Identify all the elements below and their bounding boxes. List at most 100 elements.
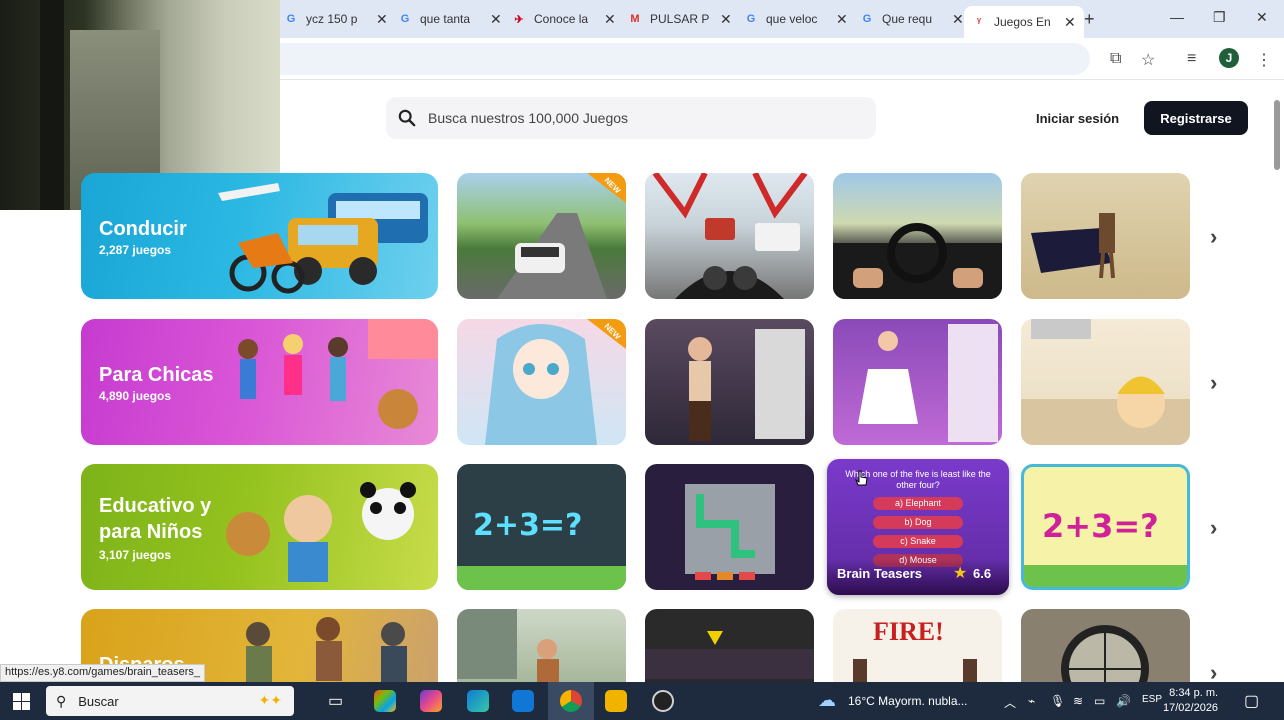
- thumb-art-anime-girl: [485, 319, 626, 445]
- game-thumb-fashion-dark[interactable]: [645, 319, 814, 445]
- thumb-art-kitchen: [1021, 319, 1190, 445]
- star-icon: ★: [953, 565, 968, 582]
- scrollbar-thumb[interactable]: [1274, 100, 1280, 170]
- plane-icon: ✈: [514, 13, 524, 26]
- close-window-icon[interactable]: ✕: [1256, 9, 1268, 26]
- microphone-icon[interactable]: 🎙: [1050, 694, 1065, 708]
- search-icon: ⚲: [56, 692, 67, 709]
- grass-strip: [1024, 565, 1187, 587]
- game-title: Brain Teasers: [837, 566, 923, 581]
- battery-icon[interactable]: ▭: [1094, 694, 1105, 708]
- install-app-icon[interactable]: ⧉: [1110, 50, 1121, 68]
- media-control-icon[interactable]: ≡: [1187, 50, 1196, 68]
- restore-icon[interactable]: ❐: [1213, 9, 1226, 26]
- game-thumb-moto-traffic[interactable]: [645, 173, 814, 299]
- close-tab-icon[interactable]: ✕: [836, 11, 848, 28]
- taskbar-search-box[interactable]: ⚲ Buscar ✦✦: [46, 686, 294, 716]
- clock-time: 8:34 p. m.: [1169, 687, 1219, 699]
- answer-option: c) Snake: [873, 535, 963, 548]
- math-question: 2+3=?: [1042, 507, 1159, 545]
- category-card-driving[interactable]: Conducir 2,287 juegos: [81, 173, 438, 299]
- tab-label: Juegos En: [994, 15, 1051, 29]
- category-card-girls[interactable]: Para Chicas 4,890 juegos: [81, 319, 438, 445]
- game-thumb-racing-road[interactable]: NEW: [457, 173, 626, 299]
- game-thumb-math-1[interactable]: 2+3=?: [457, 464, 626, 590]
- game-thumb-math-2[interactable]: 2+3=?: [1021, 464, 1190, 590]
- network-icon[interactable]: ⌁: [1028, 694, 1035, 708]
- thumb-art-fashion-dark: [688, 329, 805, 441]
- category-count: 3,107 juegos: [99, 548, 172, 562]
- tab-4[interactable]: M PULSAR P ✕: [620, 6, 740, 32]
- edge-icon[interactable]: [467, 690, 489, 712]
- category-card-educational[interactable]: Educativo y para Niños 3,107 juegos: [81, 464, 438, 590]
- game-thumb-car-figure[interactable]: [1021, 173, 1190, 299]
- minimize-icon[interactable]: —: [1170, 9, 1184, 25]
- tab-label: Conoce la: [534, 12, 589, 26]
- weather-text[interactable]: 16°C Mayorm. nubla...: [848, 694, 998, 708]
- volume-icon[interactable]: 🔊: [1116, 694, 1131, 708]
- close-tab-icon[interactable]: ✕: [604, 11, 616, 28]
- tab-5[interactable]: G que veloc ✕: [736, 6, 856, 32]
- notification-icon[interactable]: ▢: [1244, 691, 1259, 711]
- task-view-icon[interactable]: ▭: [328, 691, 350, 713]
- search-placeholder: Busca nuestros 100,000 Juegos: [428, 110, 629, 126]
- signup-button[interactable]: Registrarse: [1144, 101, 1248, 135]
- hand-cursor-icon: [855, 470, 868, 486]
- menu-kebab-icon[interactable]: ⋮: [1256, 50, 1272, 70]
- game-search-input[interactable]: Busca nuestros 100,000 Juegos: [386, 97, 876, 139]
- new-tab-icon[interactable]: +: [1084, 9, 1095, 30]
- tab-label: Que requ: [882, 12, 933, 26]
- windows-start-icon[interactable]: [13, 693, 30, 710]
- row-next-arrow-icon[interactable]: ›: [1210, 370, 1217, 396]
- language-indicator[interactable]: ESP: [1142, 694, 1162, 705]
- category-art-vehicles: [218, 183, 428, 294]
- thumb-art-maze: [685, 484, 775, 580]
- tab-1[interactable]: G ycz 150 p ✕: [276, 6, 396, 32]
- chrome-icon[interactable]: [560, 690, 582, 712]
- profile-avatar[interactable]: J: [1219, 48, 1239, 68]
- row-next-arrow-icon[interactable]: ›: [1210, 515, 1217, 541]
- copilot-icon[interactable]: [420, 690, 442, 712]
- google-icon: G: [746, 13, 756, 25]
- tab-3[interactable]: ✈ Conoce la ✕: [504, 6, 624, 32]
- file-explorer-icon[interactable]: [605, 690, 627, 712]
- weather-cloud-icon: ☁: [818, 690, 836, 710]
- thumb-art-car-figure: [1031, 213, 1115, 279]
- category-name-line-1: Educativo y: [99, 495, 212, 517]
- close-tab-icon[interactable]: ✕: [1064, 14, 1076, 31]
- google-icon: G: [400, 13, 410, 25]
- game-rating: 6.6: [973, 566, 992, 581]
- tab-label: ycz 150 p: [306, 12, 358, 26]
- tab-6[interactable]: G Que requ ✕: [852, 6, 972, 32]
- tab-label: PULSAR P: [650, 12, 710, 26]
- login-link[interactable]: Iniciar sesión: [1036, 111, 1119, 126]
- wifi-icon[interactable]: ≋: [1073, 694, 1083, 708]
- gmail-icon: M: [630, 13, 640, 25]
- answer-option: b) Dog: [873, 516, 963, 529]
- tray-chevron-icon[interactable]: ︿: [1004, 694, 1016, 711]
- tab-active-y8[interactable]: ᵞ Juegos En ✕: [964, 6, 1084, 38]
- search-icon: [398, 109, 416, 127]
- clock-date: 17/02/2026: [1163, 702, 1219, 714]
- category-name: Para Chicas: [99, 364, 214, 386]
- game-thumb-car-cockpit[interactable]: [833, 173, 1002, 299]
- game-thumb-kitchen[interactable]: [1021, 319, 1190, 445]
- close-tab-icon[interactable]: ✕: [490, 11, 502, 28]
- microsoft-store-icon[interactable]: [374, 690, 396, 712]
- taskbar-clock[interactable]: 8:34 p. m. 17/02/2026: [1163, 686, 1218, 716]
- close-tab-icon[interactable]: ✕: [720, 11, 732, 28]
- page-scrollbar[interactable]: [1272, 88, 1282, 678]
- game-thumb-maze[interactable]: [645, 464, 814, 590]
- game-thumb-polka-dress[interactable]: [833, 319, 1002, 445]
- tab-label: que tanta: [420, 12, 471, 26]
- tab-2[interactable]: G que tanta ✕: [390, 6, 510, 32]
- google-icon: G: [286, 13, 296, 25]
- y8-icon: ᵞ: [976, 16, 981, 28]
- outlook-icon[interactable]: [512, 690, 534, 712]
- close-tab-icon[interactable]: ✕: [376, 11, 388, 28]
- row-next-arrow-icon[interactable]: ›: [1210, 224, 1217, 250]
- recorder-app-icon[interactable]: [652, 690, 674, 712]
- bookmark-star-icon[interactable]: ☆: [1141, 50, 1155, 70]
- close-tab-icon[interactable]: ✕: [952, 11, 964, 28]
- game-thumb-anime-dressup[interactable]: NEW: [457, 319, 626, 445]
